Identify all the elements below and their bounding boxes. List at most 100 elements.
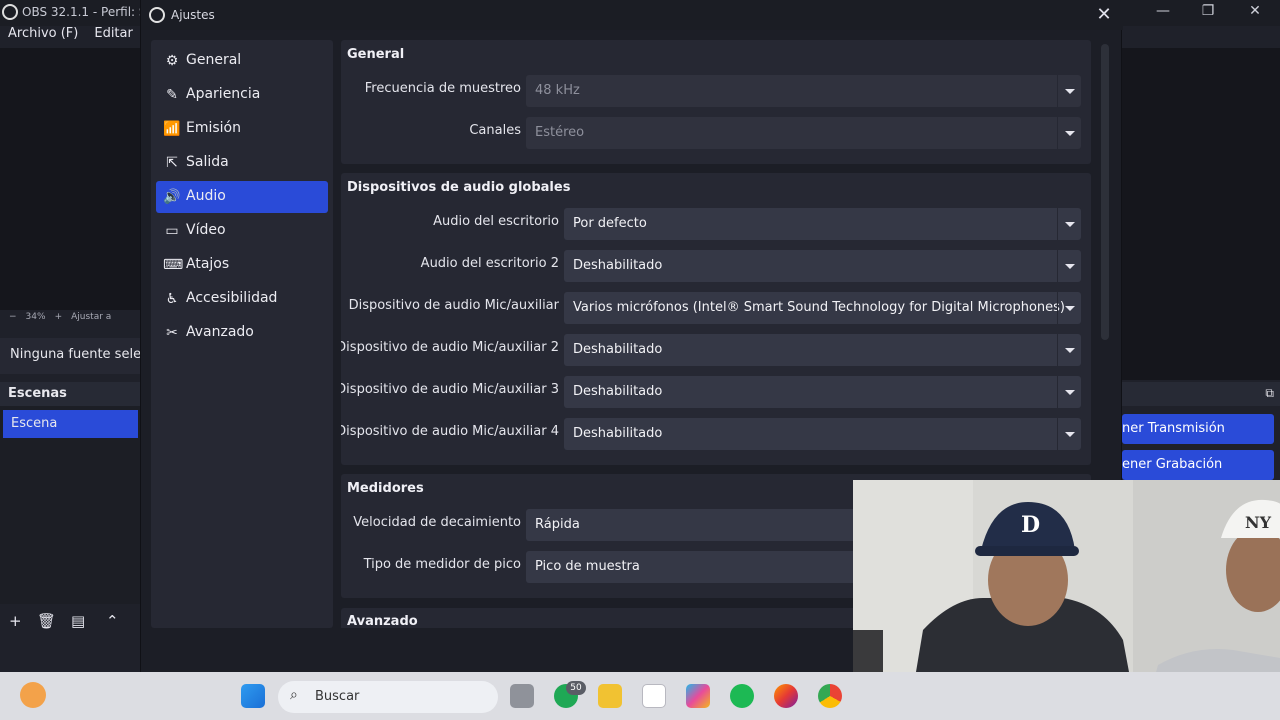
spotify-icon[interactable] xyxy=(730,684,754,708)
minimize-icon[interactable]: — xyxy=(1152,3,1174,21)
sidebar-item-label: Audio xyxy=(186,188,226,204)
sidebar-item-avanzado[interactable]: ✂ Avanzado xyxy=(156,317,328,349)
obs-menu-bar: Archivo (F)EditarV xyxy=(0,26,140,48)
close-icon[interactable]: ✕ xyxy=(1093,4,1115,26)
obs-logo-icon xyxy=(2,4,18,20)
file-explorer-icon[interactable] xyxy=(598,684,622,708)
output-icon: ⇱ xyxy=(166,155,178,171)
move-up-icon[interactable]: ⌃ xyxy=(106,612,119,630)
scene-list-item[interactable]: Escena xyxy=(3,410,138,438)
speaker-icon: 🔊 xyxy=(163,189,181,205)
desktop-audio-2-select[interactable]: Deshabilitado xyxy=(564,250,1081,282)
close-main-icon[interactable]: ✕ xyxy=(1244,3,1266,21)
side-preview-strip xyxy=(1122,48,1280,380)
taskbar-search[interactable]: ⌕ Buscar xyxy=(278,681,498,713)
windows-start-icon[interactable] xyxy=(241,684,265,708)
mic-aux-4-select[interactable]: Deshabilitado xyxy=(564,418,1081,450)
controls-dock-header: ⧉ xyxy=(1122,382,1280,406)
chevron-down-icon xyxy=(1057,292,1081,324)
trash-icon[interactable]: 🗑 xyxy=(37,612,56,630)
whatsapp-badge: 50 xyxy=(566,681,586,695)
channels-label: Canales xyxy=(469,123,521,138)
gear-icon: ⚙ xyxy=(165,53,179,69)
sidebar-item-video[interactable]: ▭ Vídeo xyxy=(156,215,328,247)
zoom-value: 34% xyxy=(25,312,46,322)
add-scene-icon[interactable]: + xyxy=(9,612,22,630)
scenes-dock-header: Escenas xyxy=(0,382,140,406)
chrome-icon[interactable] xyxy=(818,684,842,708)
zoom-out-button[interactable]: − xyxy=(9,312,17,322)
section-title: Dispositivos de audio globales xyxy=(347,180,571,195)
search-icon: ⌕ xyxy=(290,687,298,703)
restore-icon[interactable]: ❐ xyxy=(1197,3,1219,21)
sidebar-item-atajos[interactable]: ⌨ Atajos xyxy=(156,249,328,281)
peak-meter-label: Tipo de medidor de pico xyxy=(363,557,521,572)
start-recording-button[interactable]: ener Grabación xyxy=(1122,450,1274,480)
sidebar-item-audio[interactable]: 🔊 Audio xyxy=(156,181,328,213)
section-title: Avanzado xyxy=(347,614,418,628)
microsoft-store-icon[interactable] xyxy=(642,684,666,708)
chevron-down-icon xyxy=(1057,208,1081,240)
mic-aux-4-label: Dispositivo de audio Mic/auxiliar 4 xyxy=(341,424,559,439)
mic-aux-select[interactable]: Varios micrófonos (Intel® Smart Sound Te… xyxy=(564,292,1081,324)
sidebar-item-salida[interactable]: ⇱ Salida xyxy=(156,147,328,179)
menu-archivo[interactable]: Archivo (F) xyxy=(8,26,78,41)
mic-aux-2-select[interactable]: Deshabilitado xyxy=(564,334,1081,366)
channels-select[interactable]: Estéreo xyxy=(526,117,1081,149)
sidebar-item-label: Avanzado xyxy=(186,324,254,340)
weather-icon[interactable] xyxy=(20,682,46,708)
sidebar-item-label: Atajos xyxy=(186,256,230,272)
zoom-bar: −34% + Ajustar a xyxy=(0,312,140,330)
svg-text:NY: NY xyxy=(1245,513,1272,532)
svg-text:D: D xyxy=(1021,512,1040,538)
sample-rate-select[interactable]: 48 kHz xyxy=(526,75,1081,107)
chevron-down-icon xyxy=(1057,250,1081,282)
zoom-fit-button[interactable]: Ajustar a xyxy=(71,312,111,322)
chevron-down-icon xyxy=(1057,334,1081,366)
settings-scrollbar[interactable] xyxy=(1101,44,1109,340)
mic-aux-label: Dispositivo de audio Mic/auxiliar xyxy=(348,298,559,313)
broadcast-icon: 📶 xyxy=(163,121,181,137)
section-title: General xyxy=(347,47,405,62)
keyboard-icon: ⌨ xyxy=(163,257,184,273)
sidebar-item-emision[interactable]: 📶 Emisión xyxy=(156,113,328,145)
undock-icon[interactable]: ⧉ xyxy=(1265,386,1274,401)
section-title: Medidores xyxy=(347,481,424,496)
mic-aux-2-label: Dispositivo de audio Mic/auxiliar 2 xyxy=(341,340,559,355)
sidebar-item-label: Vídeo xyxy=(186,222,226,238)
dialog-title: Ajustes xyxy=(171,8,215,22)
preview-area[interactable] xyxy=(0,48,140,310)
copilot-icon[interactable] xyxy=(686,684,710,708)
menu-editar[interactable]: Editar xyxy=(94,26,133,41)
accessibility-icon: ♿ xyxy=(165,291,179,307)
start-streaming-button[interactable]: ner Transmisión xyxy=(1122,414,1274,444)
firefox-icon[interactable] xyxy=(774,684,798,708)
chevron-down-icon xyxy=(1057,75,1081,107)
chevron-down-icon xyxy=(1057,117,1081,149)
chevron-down-icon xyxy=(1057,376,1081,408)
sidebar-item-accesibilidad[interactable]: ♿ Accesibilidad xyxy=(156,283,328,315)
sidebar-item-apariencia[interactable]: ✎ Apariencia xyxy=(156,79,328,111)
sidebar-item-label: General xyxy=(186,52,242,68)
obs-logo-icon xyxy=(149,7,165,23)
sidebar-item-label: Apariencia xyxy=(186,86,261,102)
desktop-audio-select[interactable]: Por defecto xyxy=(564,208,1081,240)
decay-rate-label: Velocidad de decaimiento xyxy=(353,515,521,530)
mic-aux-3-label: Dispositivo de audio Mic/auxiliar 3 xyxy=(341,382,559,397)
sidebar-item-general[interactable]: ⚙ General xyxy=(156,45,328,77)
filter-icon[interactable]: ▤ xyxy=(71,612,85,630)
mic-aux-3-select[interactable]: Deshabilitado xyxy=(564,376,1081,408)
chevron-down-icon xyxy=(1057,418,1081,450)
tools-icon: ✂ xyxy=(166,325,178,341)
sidebar-item-label: Accesibilidad xyxy=(186,290,278,306)
settings-sidebar: ⚙ General ✎ Apariencia 📶 Emisión ⇱ Salid… xyxy=(151,40,333,628)
desktop-audio-2-label: Audio del escritorio 2 xyxy=(420,256,559,271)
task-view-icon[interactable] xyxy=(510,684,534,708)
sample-rate-label: Frecuencia de muestreo xyxy=(364,81,521,96)
sidebar-item-label: Salida xyxy=(186,154,229,170)
zoom-in-button[interactable]: + xyxy=(55,312,63,322)
windows-taskbar xyxy=(0,672,1280,720)
scene-toolbar: + 🗑 ▤ ⌃ xyxy=(0,606,140,638)
obs-window-title: OBS 32.1.1 - Perfil: Sin xyxy=(22,5,158,19)
sidebar-item-label: Emisión xyxy=(186,120,241,136)
